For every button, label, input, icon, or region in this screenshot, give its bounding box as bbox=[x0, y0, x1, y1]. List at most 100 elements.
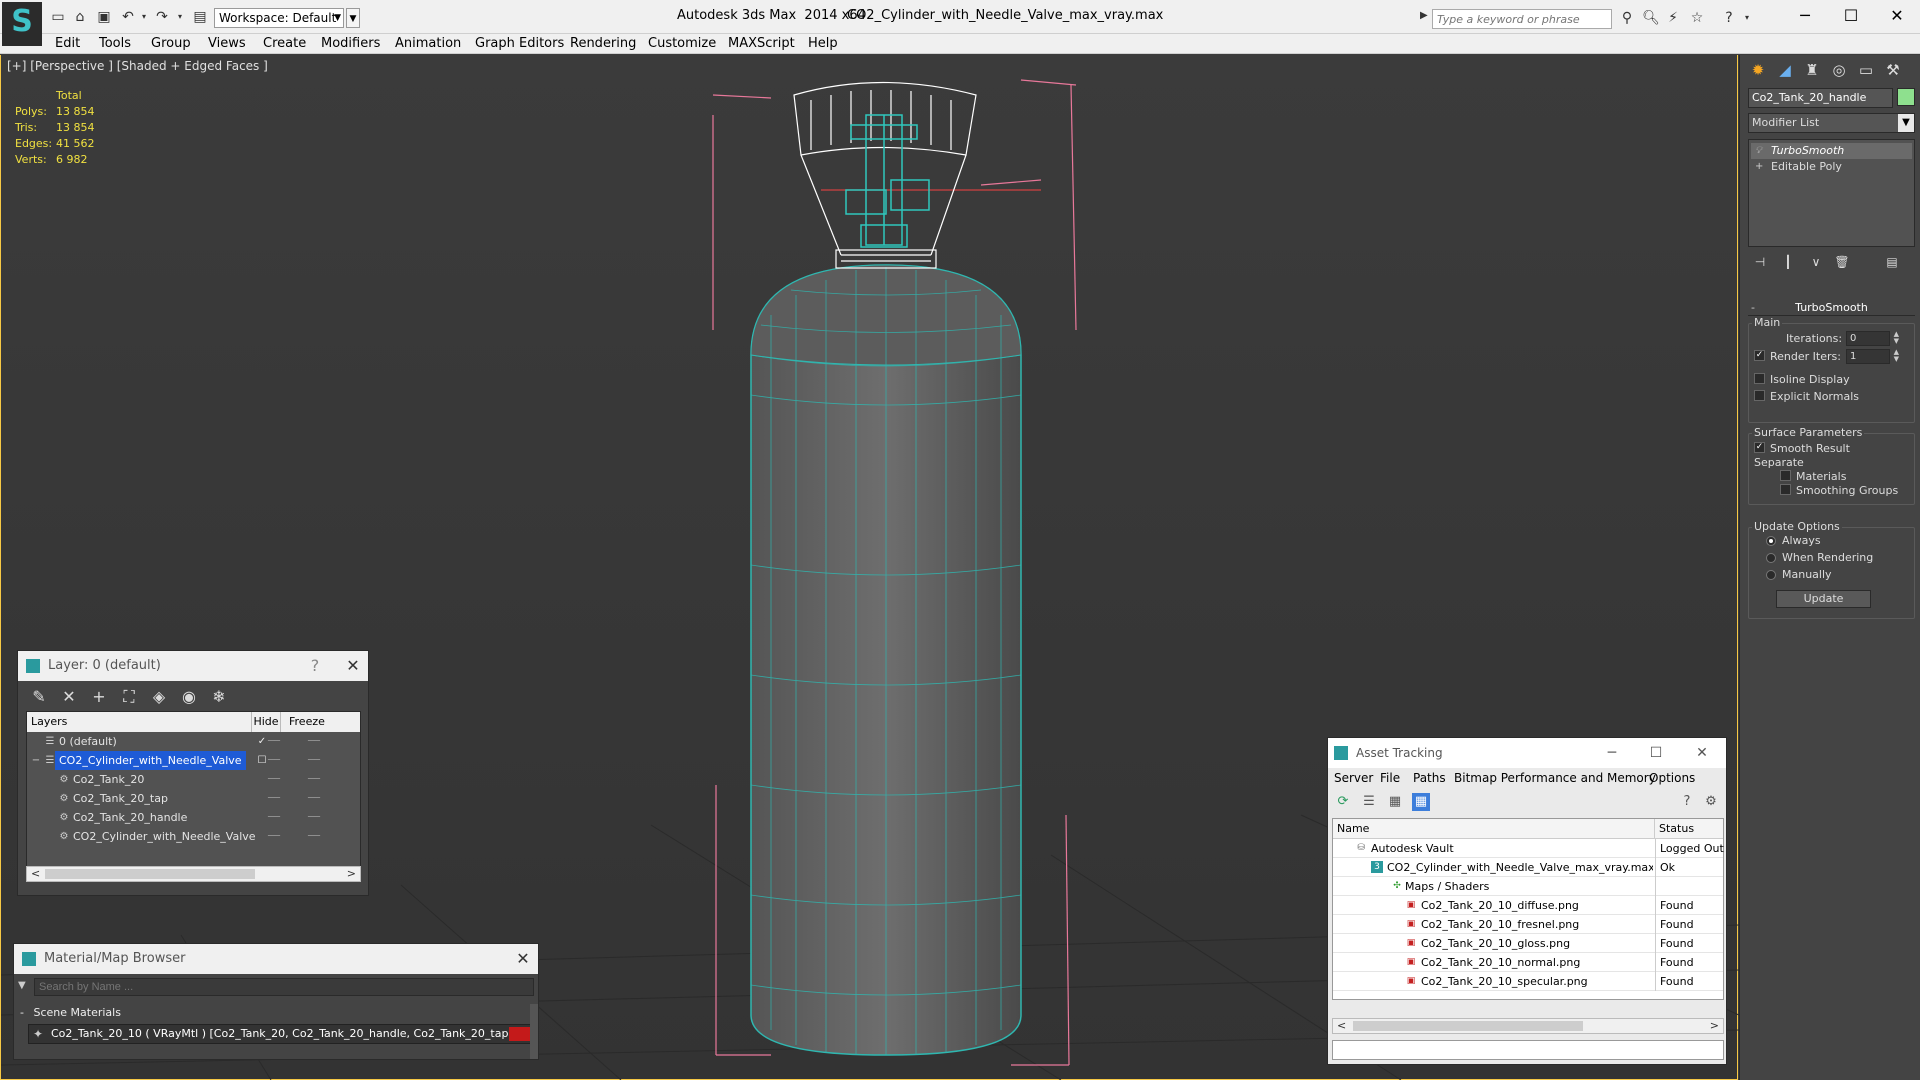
isoline-display-checkbox[interactable] bbox=[1754, 373, 1765, 384]
quick-access-dropdown-icon[interactable]: ▼ bbox=[346, 8, 360, 28]
menu-help[interactable]: Help bbox=[808, 36, 838, 51]
material-search-input[interactable] bbox=[34, 978, 534, 996]
hide-column-header[interactable]: Hide bbox=[252, 712, 281, 732]
expand-icon[interactable]: + bbox=[1755, 159, 1763, 175]
scroll-left-icon[interactable]: < bbox=[31, 867, 40, 881]
asset-help-icon[interactable]: ? bbox=[1678, 793, 1696, 811]
layers-column-header[interactable]: Layers bbox=[27, 712, 252, 732]
asset-row[interactable]: ▣ Co2_Tank_20_10_gloss.png Found bbox=[1333, 934, 1723, 953]
make-unique-icon[interactable]: ∨ bbox=[1806, 253, 1826, 271]
asset-row[interactable]: ▣ Co2_Tank_20_10_specular.png Found bbox=[1333, 972, 1723, 991]
stack-item-editable-poly[interactable]: + Editable Poly bbox=[1751, 159, 1912, 175]
undo-icon[interactable]: ↶ bbox=[120, 9, 136, 25]
hide-toggle[interactable]: ── bbox=[264, 770, 284, 789]
asset-menu-options[interactable]: Options bbox=[1649, 771, 1695, 785]
object-color-swatch[interactable] bbox=[1897, 88, 1915, 106]
asset-maximize-button[interactable]: ☐ bbox=[1636, 738, 1676, 768]
asset-row[interactable]: ⛁ Autodesk Vault Logged Out bbox=[1333, 839, 1724, 858]
motion-tab-icon[interactable]: ◎ bbox=[1827, 59, 1851, 81]
asset-row[interactable]: ▣ Co2_Tank_20_10_diffuse.png Found bbox=[1333, 896, 1723, 915]
material-vertical-scrollbar[interactable] bbox=[530, 1004, 538, 1059]
freeze-toggle[interactable]: ── bbox=[304, 789, 324, 808]
asset-horizontal-scrollbar[interactable]: < > bbox=[1332, 1018, 1724, 1034]
delete-layer-icon[interactable]: ✕ bbox=[58, 686, 80, 708]
utilities-tab-icon[interactable]: ⚒ bbox=[1881, 59, 1905, 81]
hierarchy-tab-icon[interactable]: ♜ bbox=[1800, 59, 1824, 81]
freeze-toggle[interactable]: ── bbox=[304, 732, 324, 751]
menu-rendering[interactable]: Rendering bbox=[570, 36, 636, 51]
scroll-left-icon[interactable]: < bbox=[1337, 1019, 1346, 1033]
pin-stack-icon[interactable]: ⊣ bbox=[1750, 253, 1770, 271]
layer-row[interactable]: ⚙ CO2_Cylinder_with_Needle_Valve ── ── bbox=[27, 827, 360, 846]
always-radio[interactable] bbox=[1766, 536, 1776, 546]
smooth-result-checkbox[interactable]: ✓ bbox=[1754, 442, 1765, 453]
viewport-label[interactable]: [+] [Perspective ] [Shaded + Edged Faces… bbox=[7, 59, 268, 73]
show-end-result-icon[interactable]: ┃ bbox=[1778, 253, 1798, 271]
filter-dropdown-icon[interactable]: ▼ bbox=[18, 980, 26, 991]
collapse-icon[interactable]: − bbox=[29, 751, 43, 770]
asset-menu-bitmap-performance[interactable]: Bitmap Performance and Memory bbox=[1454, 771, 1656, 785]
render-iters-spinner[interactable]: 1 ▲ ▼ bbox=[1846, 349, 1899, 364]
highlight-layer-icon[interactable]: ◈ bbox=[148, 686, 170, 708]
menu-tools[interactable]: Tools bbox=[99, 36, 131, 51]
smoothing-groups-checkbox[interactable] bbox=[1780, 484, 1791, 495]
undo-dropdown-icon[interactable]: ▾ bbox=[136, 9, 152, 25]
scroll-thumb[interactable] bbox=[1353, 1021, 1583, 1031]
explicit-normals-checkbox[interactable] bbox=[1754, 390, 1765, 401]
app-logo-icon[interactable]: S bbox=[2, 2, 42, 46]
asset-menu-server[interactable]: Server bbox=[1334, 771, 1373, 785]
freeze-all-layers-icon[interactable]: ❄ bbox=[208, 686, 230, 708]
spinner-arrows-icon[interactable]: ▲ ▼ bbox=[1894, 349, 1899, 363]
create-tab-icon[interactable]: ✹ bbox=[1746, 59, 1770, 81]
needle-valve[interactable] bbox=[845, 114, 930, 248]
remove-modifier-icon[interactable]: 🗑︎ bbox=[1832, 253, 1852, 271]
asset-menu-paths[interactable]: Paths bbox=[1413, 771, 1446, 785]
freeze-toggle[interactable]: ── bbox=[304, 770, 324, 789]
when-rendering-radio[interactable] bbox=[1766, 553, 1776, 563]
modifier-list-dropdown[interactable]: Modifier List ▼ bbox=[1748, 113, 1915, 133]
material-browser-close-button[interactable]: ✕ bbox=[508, 944, 538, 974]
layer-row[interactable]: − ☰ CO2_Cylinder_with_Needle_Valve ☐ ── … bbox=[27, 751, 360, 770]
asset-settings-icon[interactable]: ⚙ bbox=[1702, 793, 1720, 811]
open-file-icon[interactable]: ⌂ bbox=[72, 9, 88, 25]
help-dropdown-icon[interactable]: ▾ bbox=[1738, 10, 1756, 26]
maximize-button[interactable]: ☐ bbox=[1828, 4, 1874, 28]
stack-item-turbosmooth[interactable]: 💡︎ TurboSmooth bbox=[1751, 143, 1912, 159]
scroll-thumb[interactable] bbox=[45, 869, 255, 879]
create-layer-icon[interactable]: ✎ bbox=[28, 686, 50, 708]
layer-row[interactable]: ☰ 0 (default) ✓ ── ── bbox=[27, 732, 360, 751]
refresh-icon[interactable]: ⟳ bbox=[1334, 793, 1352, 811]
spinner-arrows-icon[interactable]: ▲ ▼ bbox=[1894, 331, 1899, 345]
modify-tab-icon[interactable]: ◢ bbox=[1773, 59, 1797, 81]
valve-handle[interactable] bbox=[793, 81, 977, 269]
menu-graph-editors[interactable]: Graph Editors bbox=[475, 36, 564, 51]
object-name-field[interactable]: Co2_Tank_20_handle bbox=[1748, 88, 1893, 108]
binoculars-icon[interactable]: ⚲ bbox=[1618, 10, 1636, 26]
hide-toggle[interactable]: ── bbox=[264, 808, 284, 827]
project-folder-icon[interactable]: ▤ bbox=[192, 9, 208, 25]
select-in-layer-icon[interactable]: ⛶ bbox=[118, 686, 140, 708]
update-button[interactable]: Update bbox=[1776, 590, 1871, 608]
status-column-header[interactable]: Status bbox=[1655, 819, 1725, 839]
freeze-column-header[interactable]: Freeze bbox=[281, 712, 362, 732]
scene-materials-group[interactable]: - Scene Materials bbox=[20, 1004, 530, 1022]
scroll-right-icon[interactable]: > bbox=[1710, 1019, 1719, 1033]
favorites-star-icon[interactable]: ☆ bbox=[1688, 10, 1706, 26]
hide-toggle[interactable]: ── bbox=[264, 732, 284, 751]
hide-toggle[interactable]: ── bbox=[264, 827, 284, 846]
search-icon[interactable]: 🔍︎ bbox=[1642, 10, 1660, 26]
materials-checkbox[interactable] bbox=[1780, 470, 1791, 481]
table-view-icon[interactable]: ▦ bbox=[1386, 793, 1404, 811]
asset-minimize-button[interactable]: ─ bbox=[1592, 738, 1632, 768]
asset-close-button[interactable]: ✕ bbox=[1682, 738, 1722, 768]
menu-animation[interactable]: Animation bbox=[395, 36, 461, 51]
hide-all-layers-icon[interactable]: ◉ bbox=[178, 686, 200, 708]
menu-customize[interactable]: Customize bbox=[648, 36, 716, 51]
help-icon[interactable]: ? bbox=[1720, 10, 1738, 26]
close-button[interactable]: ✕ bbox=[1874, 4, 1920, 28]
asset-row[interactable]: 3 CO2_Cylinder_with_Needle_Valve_max_vra… bbox=[1333, 858, 1723, 877]
layer-row[interactable]: ⚙ Co2_Tank_20_tap ── ── bbox=[27, 789, 360, 808]
asset-menu-file[interactable]: File bbox=[1380, 771, 1400, 785]
layer-row[interactable]: ⚙ Co2_Tank_20_handle ── ── bbox=[27, 808, 360, 827]
turbosmooth-rollout-header[interactable]: - TurboSmooth bbox=[1748, 300, 1915, 316]
